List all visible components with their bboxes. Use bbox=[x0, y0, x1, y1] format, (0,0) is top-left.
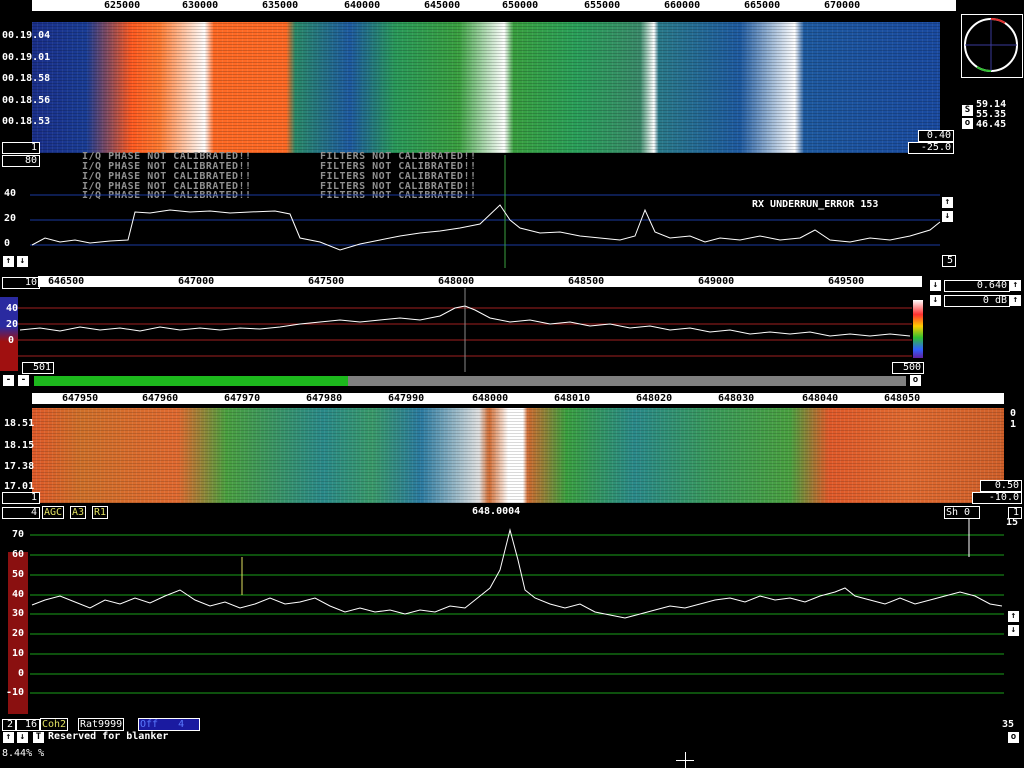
bottom-y-label: 60 bbox=[12, 549, 25, 560]
off-button[interactable]: Off 4 bbox=[138, 718, 200, 731]
coh-button[interactable]: Coh2 bbox=[40, 718, 69, 731]
footer-up-button[interactable]: ↑ bbox=[3, 732, 14, 743]
bottom-spectrum-trace bbox=[31, 528, 1003, 619]
footer-num-a[interactable]: 2 bbox=[2, 719, 16, 731]
bottom-y-label: 10 bbox=[12, 648, 25, 659]
rat-button[interactable]: Rat9999 bbox=[78, 718, 125, 731]
bottom-y-label: 70 bbox=[12, 529, 25, 540]
bottom-y-label: 0 bbox=[18, 668, 25, 679]
bottom-spectrum-down-button[interactable]: ↓ bbox=[1008, 625, 1019, 636]
bottom-spectrum-up-button[interactable]: ↑ bbox=[1008, 611, 1019, 622]
bottom-right-bottom-num: 35 bbox=[1002, 719, 1015, 730]
bottom-y-label: 20 bbox=[12, 628, 25, 639]
off-num: 4 bbox=[178, 719, 185, 730]
off-label: Off bbox=[140, 719, 159, 730]
bottom-y-label: -10 bbox=[6, 687, 25, 698]
bottom-y-label: 30 bbox=[12, 608, 25, 619]
bottom-spectrum-grid bbox=[30, 518, 1004, 694]
bottom-y-label: 40 bbox=[12, 589, 25, 600]
footer-down-button[interactable]: ↓ bbox=[17, 732, 28, 743]
footer-num-b[interactable]: 16 bbox=[16, 719, 40, 731]
blanker-label: Reserved for blanker bbox=[48, 731, 169, 742]
bottom-y-label: 50 bbox=[12, 569, 25, 580]
status-line: 8.44% % bbox=[2, 748, 45, 759]
footer-t-button[interactable]: T bbox=[33, 732, 44, 743]
cursor-cross bbox=[685, 752, 686, 768]
footer-o-button[interactable]: o bbox=[1008, 732, 1019, 743]
